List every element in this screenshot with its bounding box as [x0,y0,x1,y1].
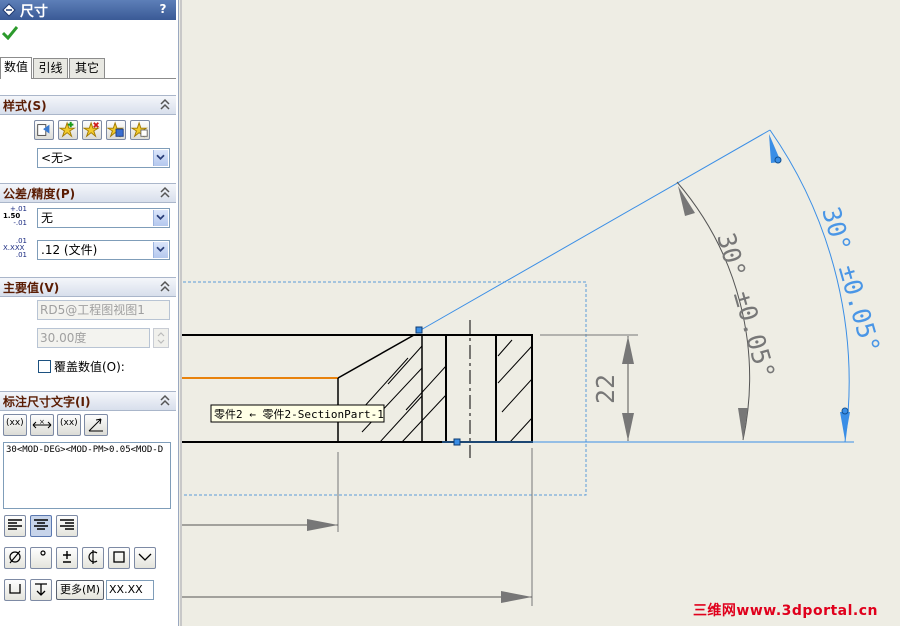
tab-other[interactable]: 其它 [69,58,105,79]
align-center-icon [34,519,48,530]
svg-text:×: × [39,418,45,426]
tolerance-type-icon: +.01 1.50 -.01 [3,205,27,227]
help-button[interactable]: ? [156,2,170,17]
drawing-sheet[interactable]: 30° ±0.05° 30° ±0.05° 22 零件2 ← 零件2-Secti… [182,0,900,626]
collapse-chevron-icon[interactable] [159,393,171,407]
section-primary-value-header[interactable]: 主要值(V) [0,277,176,297]
plus-minus-button[interactable] [56,547,78,569]
align-left-icon [8,519,22,530]
square-symbol-button[interactable] [108,547,130,569]
counterbore-icon [9,584,21,594]
section-dimension-text-header[interactable]: 标注尺寸文字(I) [0,391,176,411]
component-tooltip: 零件2 ← 零件2-SectionPart-1 [210,404,385,423]
inspection-dimension-button[interactable] [84,414,108,436]
collapse-chevron-icon[interactable] [159,97,171,111]
override-value-label: 覆盖数值(O): [54,360,125,374]
horizontal-dimensions [182,448,533,606]
value-field: 30.00度 [37,328,150,348]
degree-icon [40,550,46,556]
section-style-title: 样式(S) [3,99,47,113]
linear-dimension[interactable]: 22 [540,334,638,441]
square-icon [113,551,125,563]
star-load-icon [130,121,148,138]
grip-handle[interactable] [453,438,461,446]
tab-values[interactable]: 数值 [0,57,32,79]
load-style-button[interactable] [130,120,150,140]
angle-dimension-black-text[interactable]: 30° ±0.05° [711,230,780,383]
center-dimension-button[interactable]: × [30,414,54,436]
counterbore-symbol-button[interactable] [4,579,26,601]
diameter-symbol-button[interactable] [4,547,26,569]
component-tooltip-text: 零件2 ← 零件2-SectionPart-1 [214,408,384,421]
panel-titlebar: 尺寸 ? [0,0,176,20]
dropdown-arrow-icon[interactable] [153,242,168,258]
add-style-button[interactable] [58,120,78,140]
collapse-chevron-icon[interactable] [159,185,171,199]
style-update-icon [37,124,50,136]
centerline-symbol-button[interactable] [82,547,104,569]
style-select[interactable]: <无> [37,148,170,168]
reference-field: RD5@工程图视图1 [37,300,170,320]
tab-leaders[interactable]: 引线 [33,58,68,79]
value-spinner [153,328,169,348]
collapse-chevron-icon[interactable] [159,279,171,293]
depth-symbol-button[interactable] [30,579,52,601]
depth-icon [35,583,47,596]
plus-minus-icon [63,551,71,563]
insert-dimension-value-button[interactable]: (xx) [3,414,27,436]
star-save-icon [106,121,124,138]
align-center-button[interactable] [30,515,52,537]
align-right-icon [60,519,74,530]
apply-default-style-button[interactable] [34,120,54,140]
override-value-checkbox[interactable] [38,360,51,373]
star-delete-icon [82,121,100,138]
grip-handle[interactable] [415,326,423,334]
angled-arrow-icon [88,418,103,432]
dimension-icon [2,3,16,17]
drawing-canvas[interactable]: 30° ±0.05° 30° ±0.05° 22 零件2 ← 零件2-Secti… [180,0,900,626]
style-select-value: <无> [41,151,74,165]
section-tolerance-title: 公差/精度(P) [3,187,76,201]
align-right-button[interactable] [56,515,78,537]
angle-dimension-blue[interactable]: 30° ±0.05° [415,129,886,446]
section-style-header[interactable]: 样式(S) [0,95,176,115]
watermark-logo: 三维网www.3dportal.cn [692,603,878,619]
section-dimension-text-title: 标注尺寸文字(I) [3,395,91,409]
angle-dimension-blue-text[interactable]: 30° ±0.05° [816,204,885,357]
selection-box [182,281,587,496]
diameter-icon [9,550,21,564]
section-primary-value-title: 主要值(V) [3,281,60,295]
section-tolerance-header[interactable]: 公差/精度(P) [0,183,176,203]
save-style-button[interactable] [106,120,126,140]
angle-dimension-black[interactable]: 30° ±0.05° [676,181,781,441]
dropdown-arrow-icon[interactable] [153,150,168,166]
section-part-geometry[interactable] [182,320,533,458]
panel-title: 尺寸 [20,4,48,20]
dimension-text-area[interactable]: 30<MOD-DEG><MOD-PM>0.05<MOD-D [3,442,171,509]
precision-value: .12 (文件) [41,243,98,257]
degree-symbol-button[interactable] [30,547,52,569]
centerline-icon [88,550,98,564]
countersink-icon [138,553,152,561]
align-left-button[interactable] [4,515,26,537]
dropdown-arrow-icon[interactable] [153,210,168,226]
more-symbols-button[interactable]: 更多(M) [56,580,105,600]
add-parenthesis-button[interactable]: (xx) [57,414,81,436]
tolerance-display-field[interactable]: XX.XX [106,580,154,600]
tolerance-type-value: 无 [41,211,54,225]
precision-select[interactable]: .12 (文件) [37,240,170,260]
tolerance-type-select[interactable]: 无 [37,208,170,228]
ok-checkmark-icon[interactable] [2,26,18,40]
delete-style-button[interactable] [82,120,102,140]
center-arrows-icon: × [32,418,52,429]
precision-icon: .01 X.XXX .01 [3,237,27,259]
star-add-icon [58,121,76,138]
linear-dimension-text[interactable]: 22 [591,374,620,404]
property-manager-panel: 尺寸 ? 数值 引线 其它 样式(S) <无> 公差/精度(P) +.01 1.… [0,0,179,626]
countersink-symbol-button[interactable] [134,547,156,569]
spinner-arrows-icon [157,332,165,344]
